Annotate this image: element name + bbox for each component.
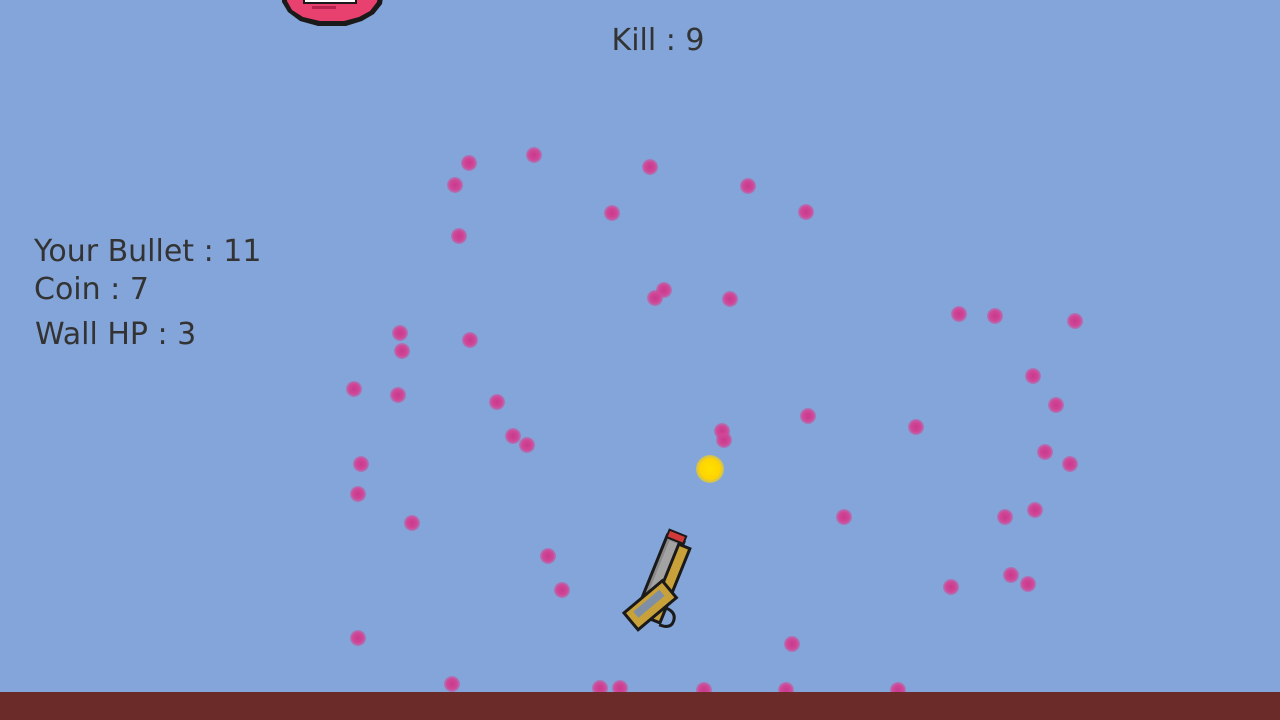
enemy-bullet [642, 159, 658, 175]
enemy-bullet [836, 509, 852, 525]
enemy-bullet [461, 155, 477, 171]
enemy-bullet [1048, 397, 1064, 413]
wall-hp-counter: Wall HP : 3 [35, 317, 197, 352]
enemy-bullet [1037, 444, 1053, 460]
enemy-bullet [392, 325, 408, 341]
enemy-bullet [1020, 576, 1036, 592]
enemy-bullet [404, 515, 420, 531]
enemy-bullet [1067, 313, 1083, 329]
enemy-bullet [784, 636, 800, 652]
golden-pistol[interactable] [600, 525, 710, 665]
enemy-bullet [353, 456, 369, 472]
enemy-bullet [740, 178, 756, 194]
enemy-bullet [1003, 567, 1019, 583]
enemy-bullet [444, 676, 460, 692]
enemy-bullet [798, 204, 814, 220]
gold-coin[interactable] [696, 455, 724, 483]
enemy-bullet [350, 630, 366, 646]
enemy-bullet [997, 509, 1013, 525]
enemy-bullet [722, 291, 738, 307]
enemy-bullet [1027, 502, 1043, 518]
enemy-bullet [519, 437, 535, 453]
enemy-bullet [716, 432, 732, 448]
kill-counter: Kill : 9 [611, 23, 705, 58]
enemy-bullet [554, 582, 570, 598]
enemy-bullet [951, 306, 967, 322]
enemy-bullet [390, 387, 406, 403]
ground-wall [0, 692, 1280, 720]
coin-counter: Coin : 7 [34, 272, 149, 307]
enemy-bullet [451, 228, 467, 244]
enemy-bullet [346, 381, 362, 397]
enemy-bullet [1025, 368, 1041, 384]
enemy-bullet [943, 579, 959, 595]
enemy-bullet [604, 205, 620, 221]
enemy-bullet [908, 419, 924, 435]
enemy-bullet [540, 548, 556, 564]
enemy-bullet [800, 408, 816, 424]
enemy-bullet [489, 394, 505, 410]
enemy-bullet [462, 332, 478, 348]
enemy-bullet [1062, 456, 1078, 472]
enemy-bullet [987, 308, 1003, 324]
enemy-bullet [526, 147, 542, 163]
enemy-bullet [394, 343, 410, 359]
enemy-bullet [647, 290, 663, 306]
enemy-bullet [350, 486, 366, 502]
bullet-counter: Your Bullet : 11 [34, 234, 262, 269]
enemy-bullet [447, 177, 463, 193]
